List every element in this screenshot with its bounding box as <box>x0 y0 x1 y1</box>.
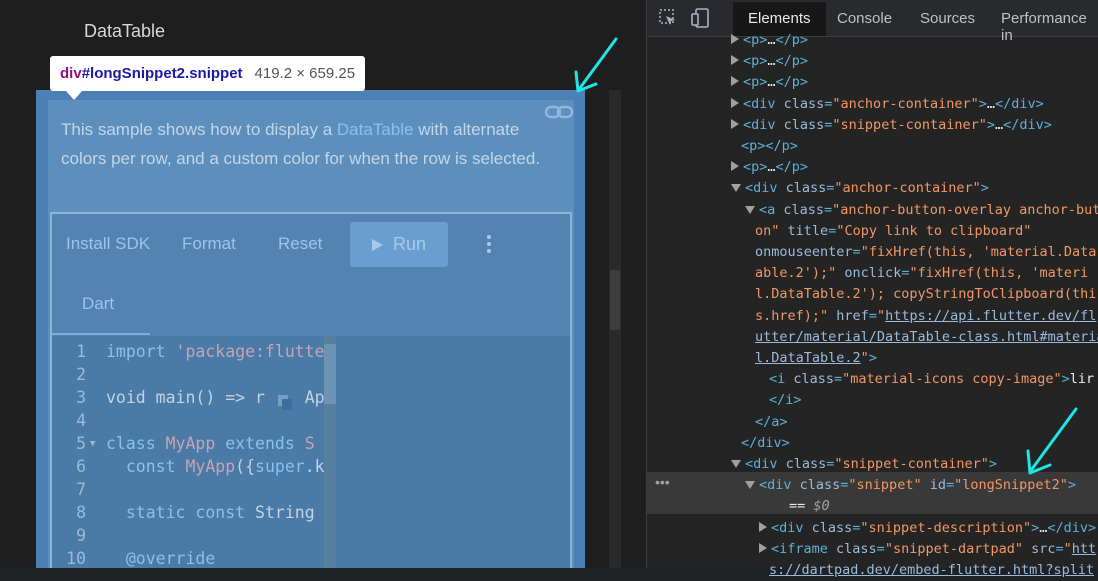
more-vert-icon[interactable] <box>486 235 492 255</box>
tab-dart[interactable]: Dart <box>82 294 114 314</box>
tab-sources[interactable]: Sources <box>920 10 975 27</box>
device-toolbar-icon[interactable] <box>691 8 709 28</box>
dom-node-line[interactable]: <p>…</p> <box>731 30 808 51</box>
code-text: static const String <box>125 503 325 522</box>
dom-node-line[interactable]: <div class="snippet-container"> <box>731 454 997 475</box>
dartpad-embed: Install SDK Format Reset Run Dart 1 impor… <box>50 212 572 568</box>
code-text: class MyApp extends S <box>106 434 315 453</box>
dom-node-line[interactable]: == $0 <box>789 496 830 517</box>
line-number: 9 <box>76 526 86 545</box>
dom-node-line[interactable]: <div class="snippet-container">…</div> <box>731 115 1052 136</box>
tab-performance[interactable]: Performance in <box>1001 10 1098 44</box>
line-number: 7 <box>76 480 86 499</box>
devtools-tab-bar: Elements Console Sources Performance in <box>647 0 1098 44</box>
install-sdk-button[interactable]: Install SDK <box>66 234 150 254</box>
line-number: 2 <box>76 365 86 384</box>
line-number: 8 <box>76 503 86 522</box>
collapse-arrow-icon[interactable] <box>745 481 755 490</box>
dom-node-line[interactable]: </a> <box>755 412 788 433</box>
copy-icon[interactable] <box>276 393 296 413</box>
dom-node-line[interactable]: <div class="anchor-container"> <box>731 178 989 199</box>
dom-node-line[interactable]: <a class="anchor-button-overlay anchor-b… <box>745 200 1098 221</box>
dom-node-line[interactable]: s.href);" href="https://api.flutter.dev/… <box>755 306 1096 327</box>
dom-node-line[interactable]: <p>…</p> <box>731 72 808 93</box>
dom-node-line[interactable]: s://dartpad.dev/embed-flutter.html?split <box>769 560 1094 581</box>
dom-node-line[interactable]: l.DataTable.2"> <box>755 348 877 369</box>
tooltip-tag: div <box>60 65 82 82</box>
dom-node-line[interactable]: </div> <box>741 433 790 454</box>
dom-node-line[interactable]: utter/material/DataTable-class.html#mate… <box>755 327 1098 348</box>
dom-node-line[interactable]: <iframe class="snippet-dartpad" src="htt <box>759 539 1096 560</box>
format-button[interactable]: Format <box>182 234 236 254</box>
page-title: DataTable <box>84 21 166 41</box>
collapse-arrow-icon[interactable] <box>745 205 755 214</box>
expand-arrow-icon[interactable] <box>731 76 739 87</box>
tooltip-dimensions: 419.2 × 659.25 <box>254 65 356 82</box>
expand-arrow-icon[interactable] <box>731 55 739 66</box>
inspect-tooltip: div#longSnippet2.snippet 419.2 × 659.25 <box>50 56 366 91</box>
annotation-arrow-icon <box>574 37 618 93</box>
dom-node-line[interactable]: <i class="material-icons copy-image">lir <box>769 369 1094 390</box>
dom-node-line[interactable]: <div class="anchor-container">…</div> <box>731 94 1044 115</box>
snippet-container: This sample shows how to display a DataT… <box>48 100 574 568</box>
line-number: 1 <box>76 342 86 361</box>
line-number: 6 <box>76 457 86 476</box>
expand-arrow-icon[interactable] <box>731 34 739 44</box>
editor-scrollbar-thumb[interactable] <box>324 344 336 404</box>
line-number: 5 <box>76 434 86 453</box>
selected-node-dots[interactable]: ••• <box>655 474 670 490</box>
code-text: const MyApp({super.k <box>125 457 325 476</box>
dom-node-line[interactable]: <p></p> <box>741 136 798 157</box>
annotation-arrow-icon-2 <box>1026 407 1078 475</box>
dom-node-line[interactable]: <div class="snippet-description">…</div> <box>759 518 1096 539</box>
dom-node-line[interactable]: <div class="snippet" id="longSnippet2"> <box>745 475 1076 496</box>
expand-arrow-icon[interactable] <box>731 97 739 108</box>
link-icon[interactable] <box>544 102 576 122</box>
code-text: @override <box>125 549 216 568</box>
tooltip-selector: #longSnippet2.snippet <box>81 65 243 82</box>
dom-node-line[interactable]: <p>…</p> <box>731 51 808 72</box>
snippet-description: This sample shows how to display a DataT… <box>61 116 551 173</box>
dom-node-line[interactable]: </i> <box>769 390 802 411</box>
line-number: 3 <box>76 388 86 407</box>
code-editor[interactable]: 1 import 'package:flutte 2 3 void main() => … <box>52 336 570 568</box>
run-button[interactable]: Run <box>350 222 448 267</box>
line-number: 10 <box>66 549 86 568</box>
dom-node-line[interactable]: <p>…</p> <box>731 157 808 178</box>
devtools-panel: Elements Console Sources Performance in … <box>646 0 1098 578</box>
reset-button[interactable]: Reset <box>278 234 322 254</box>
tooltip-arrow <box>66 91 82 100</box>
tab-dart-underline <box>52 333 150 335</box>
page-scrollbar[interactable] <box>609 90 621 568</box>
datatable-link[interactable]: DataTable <box>337 120 414 139</box>
collapse-arrow-icon[interactable] <box>731 184 741 193</box>
expand-arrow-icon[interactable] <box>731 118 739 129</box>
description-text-pre: This sample shows how to display a <box>61 120 337 139</box>
expand-arrow-icon[interactable] <box>759 521 767 532</box>
collapse-arrow-icon[interactable] <box>731 460 741 468</box>
dom-node-line[interactable]: able.2');" onclick="fixHref(this, 'mater… <box>755 263 1088 284</box>
expand-arrow-icon[interactable] <box>759 542 767 553</box>
page-scrollbar-thumb[interactable] <box>610 270 620 330</box>
dom-node-line[interactable]: on" title="Copy link to clipboard" <box>755 221 1031 242</box>
expand-arrow-icon[interactable] <box>731 161 739 172</box>
inspect-element-icon[interactable] <box>659 9 677 27</box>
code-text: import 'package:flutte <box>106 342 325 361</box>
play-icon <box>371 238 383 251</box>
fold-arrow-icon[interactable]: ▼ <box>90 439 95 449</box>
dom-node-line[interactable]: onmouseenter="fixHref(this, 'material.Da… <box>755 242 1096 263</box>
line-number: 4 <box>76 411 86 430</box>
run-label: Run <box>392 234 427 254</box>
code-text: void main() => r App <box>106 388 335 407</box>
tab-console[interactable]: Console <box>837 10 892 27</box>
dom-node-line[interactable]: l.DataTable.2'); copyStringToClipboard(t… <box>755 284 1096 305</box>
web-page: DataTable This sample shows how to displ… <box>0 0 645 568</box>
